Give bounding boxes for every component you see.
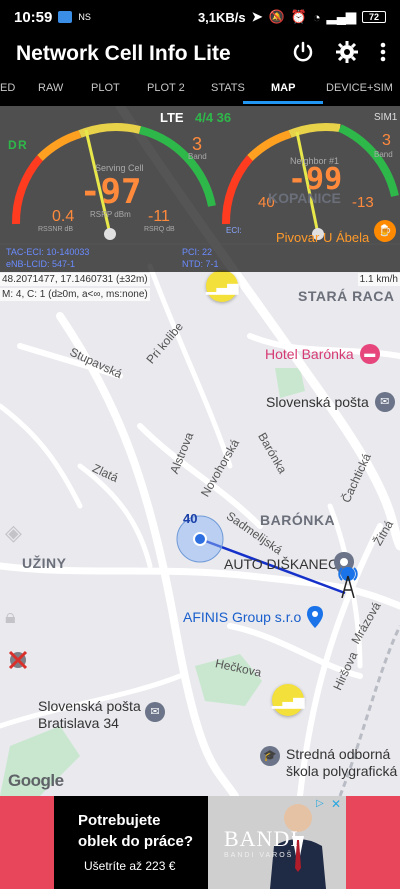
ci-label: ECI: <box>226 226 242 235</box>
ns-label: NS <box>78 12 91 22</box>
google-logo: Google <box>8 771 64 790</box>
school-icon: 🎓 <box>260 746 280 766</box>
more-vertical-icon[interactable] <box>380 42 386 67</box>
poi-label: AUTO DIŠKANEC <box>224 556 339 572</box>
battery-icon: 72 <box>362 11 386 23</box>
tab-bar: ED RAW PLOT PLOT 2 STATS MAP DEVICE+SIM <box>0 74 400 106</box>
poi-label: Slovenská pošta <box>266 394 369 410</box>
location-pin-icon <box>307 606 324 628</box>
left-band-label: Band <box>188 152 207 161</box>
poi-slovenska-posta[interactable]: Slovenská pošta ✉ <box>266 392 395 412</box>
pci-info: PCI: 22 <box>182 247 213 257</box>
poi-label: Slovenská pošta Bratislava 34 <box>38 698 141 731</box>
signal-panel: LTE 4/4 36 SIM1 D R Serving Cell -97 RSR… <box>0 106 400 272</box>
app-bar: Network Cell Info Lite <box>0 34 400 74</box>
left-rssnr-value: 0.4 <box>52 208 75 225</box>
tab-stats[interactable]: STATS <box>211 82 245 94</box>
bed-icon: ▬ <box>359 344 380 364</box>
ad-line-3: Ušetríte až 223 € <box>84 859 176 873</box>
speed-label: 3,1KB/s <box>197 9 246 25</box>
tab-ed[interactable]: ED <box>0 82 15 94</box>
enb-lcid: eNB-LCID: 547-1 <box>6 259 76 269</box>
tab-plot-2[interactable]: PLOT 2 <box>147 82 185 94</box>
tab-raw[interactable]: RAW <box>38 82 63 94</box>
district-stara-raca: STARÁ RACA <box>298 288 395 304</box>
left-rssnr-unit: RSSNR dB <box>38 226 74 233</box>
mail-icon: ✉ <box>145 702 165 722</box>
left-rsrq-unit: RSRQ dB <box>144 226 175 233</box>
power-icon[interactable] <box>292 41 314 68</box>
ad-brand-sub: BANDI VAROŠ <box>224 852 294 859</box>
beer-icon[interactable]: 🍺 <box>374 220 396 242</box>
poi-auto-diskanec[interactable]: AUTO DIŠKANEC <box>224 556 338 572</box>
alarm-icon: ⏰ <box>290 9 307 24</box>
coords-label: 48.2071477, 17.1460731 (±32m) <box>0 273 150 286</box>
speed-readout: 1.1 km/h <box>357 273 400 286</box>
cell-marker-icon[interactable]: ▁▃▅ <box>206 270 238 302</box>
district-baronka: BARÓNKA <box>260 512 336 528</box>
right-band-value: 3 <box>382 132 391 149</box>
ad-info-icon[interactable]: ▷ <box>316 798 328 810</box>
kopanice-label: KOPANICE <box>268 190 341 206</box>
ad-line-1: Potrebujete <box>78 812 161 829</box>
network-status-icon <box>58 11 73 23</box>
close-icon[interactable] <box>6 648 30 672</box>
ntd-info: NTD: 7-1 <box>182 259 219 269</box>
gear-icon[interactable] <box>336 40 358 68</box>
cell-tower-icon[interactable] <box>336 564 360 599</box>
poi-hotel-baronka[interactable]: Hotel Barónka ▬ <box>265 344 380 364</box>
poi-label: Stredná odborná škola polygrafická <box>286 746 398 779</box>
poi-afinis[interactable]: AFINIS Group s.r.o <box>183 606 324 628</box>
ad-content[interactable]: Potrebujete oblek do práce? Ušetríte až … <box>54 796 346 889</box>
layers-icon[interactable]: ◈ <box>5 520 31 546</box>
status-bar: 10:59 NS 3,1KB/s ➤ 🔕 ⏰ ◔ ▂▄▆ 72 <box>0 0 400 34</box>
d-letter: D <box>8 138 17 152</box>
mode-label: M: 4, C: 1 (d≥0m, a<∞, ms:none) <box>0 288 150 301</box>
tab-device-sim[interactable]: DEVICE+SIM <box>326 82 393 94</box>
status-time: 10:59 <box>14 8 53 26</box>
poi-stredna-skola[interactable]: 🎓 Stredná odborná škola polygrafická <box>260 746 400 780</box>
ad-line-2: oblek do práce? <box>78 833 194 850</box>
right-band-label: Band <box>374 150 393 159</box>
district-uziny: UŽINY <box>22 555 67 571</box>
sim-label: SIM1 <box>374 112 398 123</box>
r-letter: R <box>18 138 27 152</box>
technology-label: LTE <box>160 110 184 125</box>
tac-eci: TAC-ECI: 10-140033 <box>6 247 90 257</box>
left-rsrp-value: -97 <box>80 172 142 212</box>
poi-label: AFINIS Group s.r.o <box>183 609 302 625</box>
active-tab-indicator <box>243 101 323 104</box>
poi-label: Hotel Barónka <box>265 346 354 362</box>
cell-marker-icon[interactable]: ▁▃▅ <box>272 684 304 716</box>
ad-brand: BANDI <box>224 826 299 851</box>
tab-map[interactable]: MAP <box>271 82 295 94</box>
signal-icon: ▂▄▆ <box>326 9 356 24</box>
lock-icon[interactable]: 🔒︎ <box>5 606 31 632</box>
screen: 10:59 NS 3,1KB/s ➤ 🔕 ⏰ ◔ ▂▄▆ 72 Network … <box>0 0 400 889</box>
wifi-icon: ◔ <box>312 9 321 25</box>
mute-icon: 🔕 <box>268 9 285 24</box>
pivovar-label: Pivovar U Ábela <box>276 230 370 245</box>
mail-icon: ✉ <box>374 392 395 412</box>
tab-plot[interactable]: PLOT <box>91 82 120 94</box>
app-title: Network Cell Info Lite <box>16 42 231 65</box>
left-rsrq-value: -11 <box>148 208 170 225</box>
right-rsrq-value: -13 <box>352 194 374 211</box>
ad-close-icon[interactable]: ✕ <box>331 797 343 811</box>
left-rsrp-unit: RSRP dBm <box>90 210 131 219</box>
accuracy-label: 40 <box>183 511 198 526</box>
network-label: 4/4 36 <box>195 110 232 125</box>
navigation-icon: ➤ <box>251 9 263 24</box>
